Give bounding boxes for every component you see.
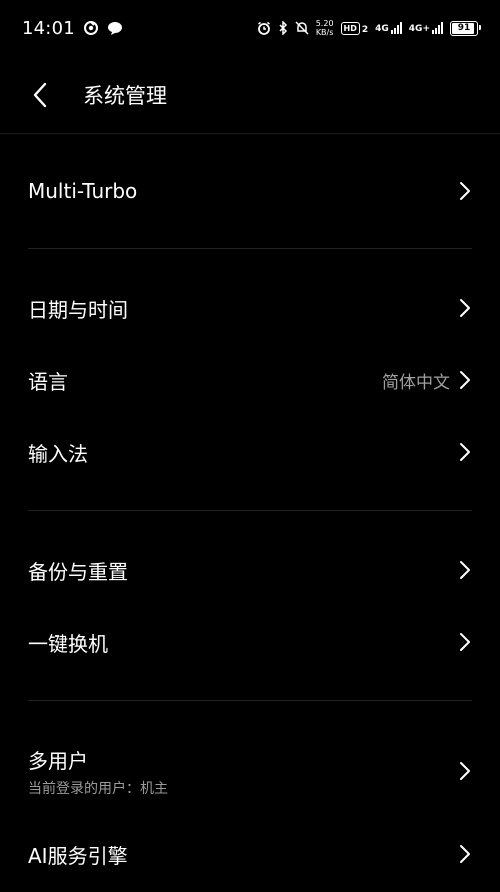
status-time: 14:01 [22,17,75,39]
battery-icon: 91 [450,20,481,36]
divider [28,700,472,701]
divider [28,248,472,249]
chevron-right-icon [460,561,470,579]
chevron-right-icon [460,182,470,200]
date-time-label: 日期与时间 [28,297,128,322]
chat-bubble-icon [107,22,122,35]
multi-turbo-item[interactable]: Multi-Turbo [0,134,500,248]
speed-value: 5.20 [315,19,334,28]
alarm-icon [257,21,270,35]
chevron-right-icon [460,299,470,317]
sim2-net-type: 4G+ [408,24,430,34]
signal-bars-icon [390,22,402,34]
battery-level: 91 [457,23,471,33]
back-button[interactable] [0,56,80,134]
hd-sub: 2 [361,24,369,35]
bluetooth-icon [279,21,287,35]
network-speed: 5.20 KB/s [316,19,334,37]
sim2-signal: 4G+ [409,22,443,34]
chevron-right-icon [460,443,470,461]
language-label: 语言 [28,369,68,394]
multi-turbo-label: Multi-Turbo [28,179,138,203]
chevron-right-icon [460,633,470,651]
language-value: 简体中文 [382,372,450,393]
backup-reset-label: 备份与重置 [28,559,128,584]
hd-badge: HD [340,21,360,35]
input-method-label: 输入法 [28,441,88,466]
multi-user-item[interactable]: 多用户 当前登录的用户：机主 [0,724,500,818]
multi-user-label: 多用户 [28,748,88,773]
chevron-right-icon [460,845,470,863]
speed-unit: KB/s [315,28,334,37]
status-right: 5.20 KB/s HD 2 4G 4G+ 91 [257,19,481,37]
language-item[interactable]: 语言 简体中文 [0,344,500,416]
status-left: 14:01 [22,18,123,39]
input-method-item[interactable]: 输入法 [0,416,500,488]
chevron-right-icon [460,762,470,780]
chevron-left-icon [33,82,47,107]
mute-icon [295,21,309,35]
phone-clone-label: 一键换机 [28,631,108,656]
ai-engine-label: AI服务引擎 [28,843,128,868]
ai-engine-item[interactable]: AI服务引擎 [0,818,500,890]
multi-user-subtitle: 当前登录的用户：机主 [28,780,168,797]
swirl-icon [83,21,98,35]
phone-clone-item[interactable]: 一键换机 [0,606,500,678]
chevron-right-icon [460,371,470,389]
status-bar: 14:01 5.20 KB/s HD 2 4G 4G+ 91 [0,0,500,56]
sim1-signal: 4G [375,22,402,34]
sim1-net-type: 4G [375,24,389,34]
date-time-item[interactable]: 日期与时间 [0,272,500,344]
signal-bars-icon [432,22,443,34]
divider [28,510,472,511]
language-right: 简体中文 [382,368,472,393]
page-title: 系统管理 [83,83,167,108]
hd-indicator: HD 2 [340,21,369,35]
header: 系统管理 [0,56,500,134]
multi-user-text: 多用户 当前登录的用户：机主 [28,745,168,798]
backup-reset-item[interactable]: 备份与重置 [0,534,500,606]
